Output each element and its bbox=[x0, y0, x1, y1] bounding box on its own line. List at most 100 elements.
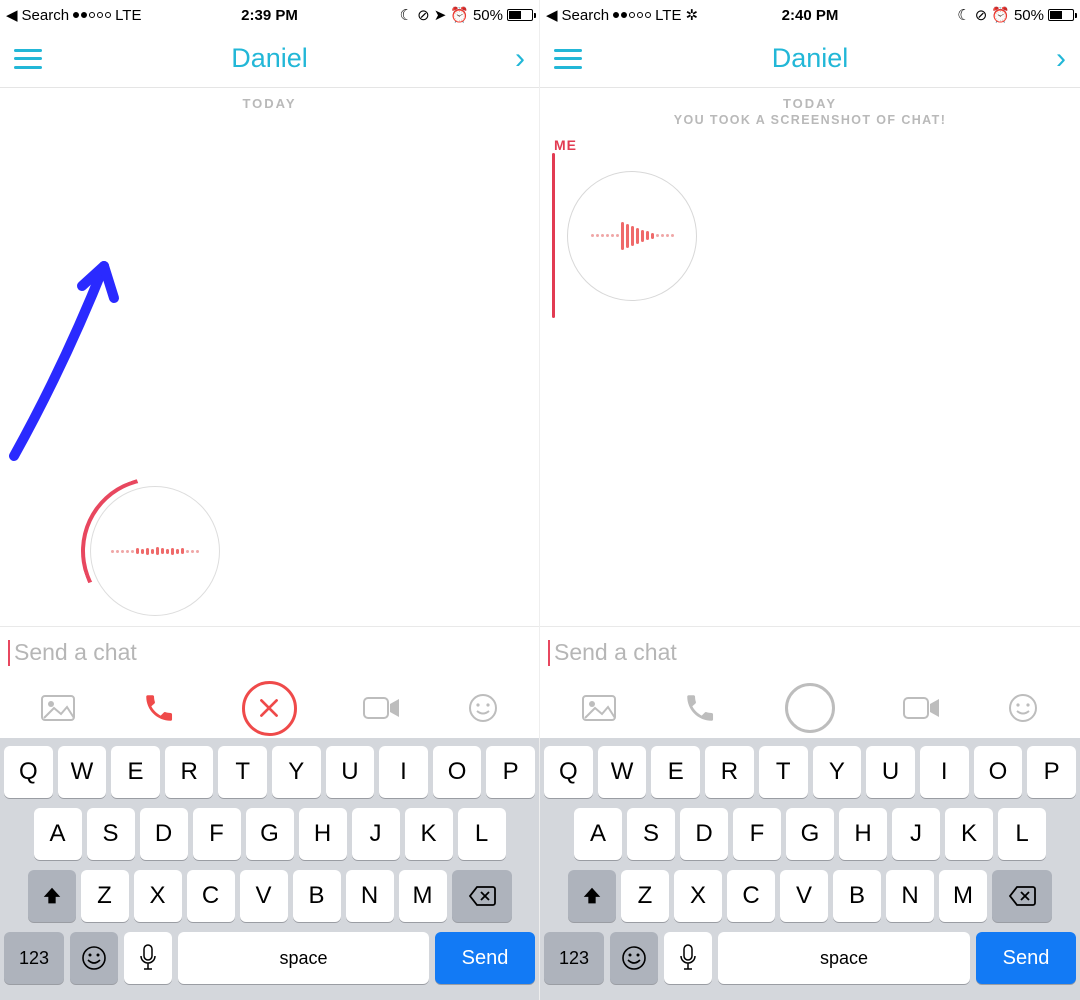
phone-icon[interactable] bbox=[683, 691, 717, 725]
key-u[interactable]: U bbox=[326, 746, 375, 798]
key-emoji[interactable] bbox=[610, 932, 658, 984]
key-dictation[interactable] bbox=[124, 932, 172, 984]
key-h[interactable]: H bbox=[839, 808, 887, 860]
record-voice-button[interactable] bbox=[785, 683, 835, 733]
emoji-icon bbox=[81, 945, 107, 971]
key-q[interactable]: Q bbox=[544, 746, 593, 798]
cancel-recording-button[interactable] bbox=[242, 681, 297, 736]
key-e[interactable]: E bbox=[651, 746, 700, 798]
key-l[interactable]: L bbox=[458, 808, 506, 860]
key-a[interactable]: A bbox=[34, 808, 82, 860]
key-q[interactable]: Q bbox=[4, 746, 53, 798]
key-f[interactable]: F bbox=[193, 808, 241, 860]
key-o[interactable]: O bbox=[433, 746, 482, 798]
sticker-smile-icon[interactable] bbox=[468, 693, 498, 723]
sender-me-label: ME bbox=[554, 137, 1080, 153]
battery-icon bbox=[507, 9, 533, 21]
key-p[interactable]: P bbox=[486, 746, 535, 798]
microphone-icon bbox=[139, 944, 157, 972]
voice-note-bubble[interactable] bbox=[567, 171, 697, 301]
clock-label: 2:40 PM bbox=[540, 7, 1080, 24]
microphone-icon bbox=[679, 944, 697, 972]
key-w[interactable]: W bbox=[58, 746, 107, 798]
key-m[interactable]: M bbox=[399, 870, 447, 922]
key-numbers[interactable]: 123 bbox=[544, 932, 604, 984]
key-x[interactable]: X bbox=[134, 870, 182, 922]
key-x[interactable]: X bbox=[674, 870, 722, 922]
key-shift[interactable] bbox=[568, 870, 616, 922]
key-k[interactable]: K bbox=[405, 808, 453, 860]
key-numbers[interactable]: 123 bbox=[4, 932, 64, 984]
voice-recording-bubble[interactable] bbox=[90, 486, 220, 616]
key-y[interactable]: Y bbox=[813, 746, 862, 798]
key-v[interactable]: V bbox=[780, 870, 828, 922]
key-shift[interactable] bbox=[28, 870, 76, 922]
key-e[interactable]: E bbox=[111, 746, 160, 798]
chat-toolbar bbox=[540, 678, 1080, 738]
key-b[interactable]: B bbox=[293, 870, 341, 922]
key-backspace[interactable] bbox=[992, 870, 1052, 922]
key-t[interactable]: T bbox=[759, 746, 808, 798]
key-j[interactable]: J bbox=[892, 808, 940, 860]
text-cursor bbox=[548, 640, 550, 666]
chat-input-bar[interactable]: Send a chat bbox=[540, 626, 1080, 678]
key-f[interactable]: F bbox=[733, 808, 781, 860]
key-j[interactable]: J bbox=[352, 808, 400, 860]
key-z[interactable]: Z bbox=[81, 870, 129, 922]
chat-body: TODAY bbox=[0, 88, 539, 626]
phone-icon[interactable] bbox=[142, 691, 176, 725]
key-d[interactable]: D bbox=[140, 808, 188, 860]
key-h[interactable]: H bbox=[299, 808, 347, 860]
key-r[interactable]: R bbox=[165, 746, 214, 798]
key-p[interactable]: P bbox=[1027, 746, 1076, 798]
key-dictation[interactable] bbox=[664, 932, 712, 984]
key-i[interactable]: I bbox=[920, 746, 969, 798]
gallery-icon[interactable] bbox=[41, 695, 75, 721]
key-c[interactable]: C bbox=[187, 870, 235, 922]
key-w[interactable]: W bbox=[598, 746, 647, 798]
date-header: TODAY bbox=[0, 96, 539, 111]
key-v[interactable]: V bbox=[240, 870, 288, 922]
chat-input-bar[interactable]: Send a chat bbox=[0, 626, 539, 678]
chat-title: Daniel bbox=[0, 43, 539, 74]
gallery-icon[interactable] bbox=[582, 695, 616, 721]
key-k[interactable]: K bbox=[945, 808, 993, 860]
key-b[interactable]: B bbox=[833, 870, 881, 922]
status-bar: ◀ Search LTE ✲ 2:40 PM ☾ ⊘ ⏰ 50% bbox=[540, 0, 1080, 30]
chat-body: TODAY YOU TOOK A SCREENSHOT OF CHAT! ME bbox=[540, 88, 1080, 626]
key-z[interactable]: Z bbox=[621, 870, 669, 922]
key-n[interactable]: N bbox=[886, 870, 934, 922]
key-backspace[interactable] bbox=[452, 870, 512, 922]
date-header: TODAY bbox=[540, 96, 1080, 111]
key-u[interactable]: U bbox=[866, 746, 915, 798]
video-icon[interactable] bbox=[363, 695, 401, 721]
key-m[interactable]: M bbox=[939, 870, 987, 922]
screenshot-right: ◀ Search LTE ✲ 2:40 PM ☾ ⊘ ⏰ 50% Daniel … bbox=[540, 0, 1080, 1000]
key-g[interactable]: G bbox=[246, 808, 294, 860]
key-i[interactable]: I bbox=[379, 746, 428, 798]
key-space[interactable]: space bbox=[718, 932, 970, 984]
video-icon[interactable] bbox=[903, 695, 941, 721]
key-space[interactable]: space bbox=[178, 932, 429, 984]
nav-bar: Daniel › bbox=[0, 30, 539, 88]
key-send[interactable]: Send bbox=[976, 932, 1076, 984]
key-r[interactable]: R bbox=[705, 746, 754, 798]
chat-input-placeholder: Send a chat bbox=[14, 639, 137, 666]
key-s[interactable]: S bbox=[627, 808, 675, 860]
key-g[interactable]: G bbox=[786, 808, 834, 860]
key-send[interactable]: Send bbox=[435, 932, 535, 984]
sent-voice-message[interactable] bbox=[540, 153, 1080, 318]
key-o[interactable]: O bbox=[974, 746, 1023, 798]
system-screenshot-notice: YOU TOOK A SCREENSHOT OF CHAT! bbox=[540, 113, 1080, 127]
key-c[interactable]: C bbox=[727, 870, 775, 922]
key-n[interactable]: N bbox=[346, 870, 394, 922]
sticker-smile-icon[interactable] bbox=[1008, 693, 1038, 723]
key-a[interactable]: A bbox=[574, 808, 622, 860]
key-y[interactable]: Y bbox=[272, 746, 321, 798]
key-s[interactable]: S bbox=[87, 808, 135, 860]
key-d[interactable]: D bbox=[680, 808, 728, 860]
key-t[interactable]: T bbox=[218, 746, 267, 798]
text-cursor bbox=[8, 640, 10, 666]
key-l[interactable]: L bbox=[998, 808, 1046, 860]
key-emoji[interactable] bbox=[70, 932, 118, 984]
